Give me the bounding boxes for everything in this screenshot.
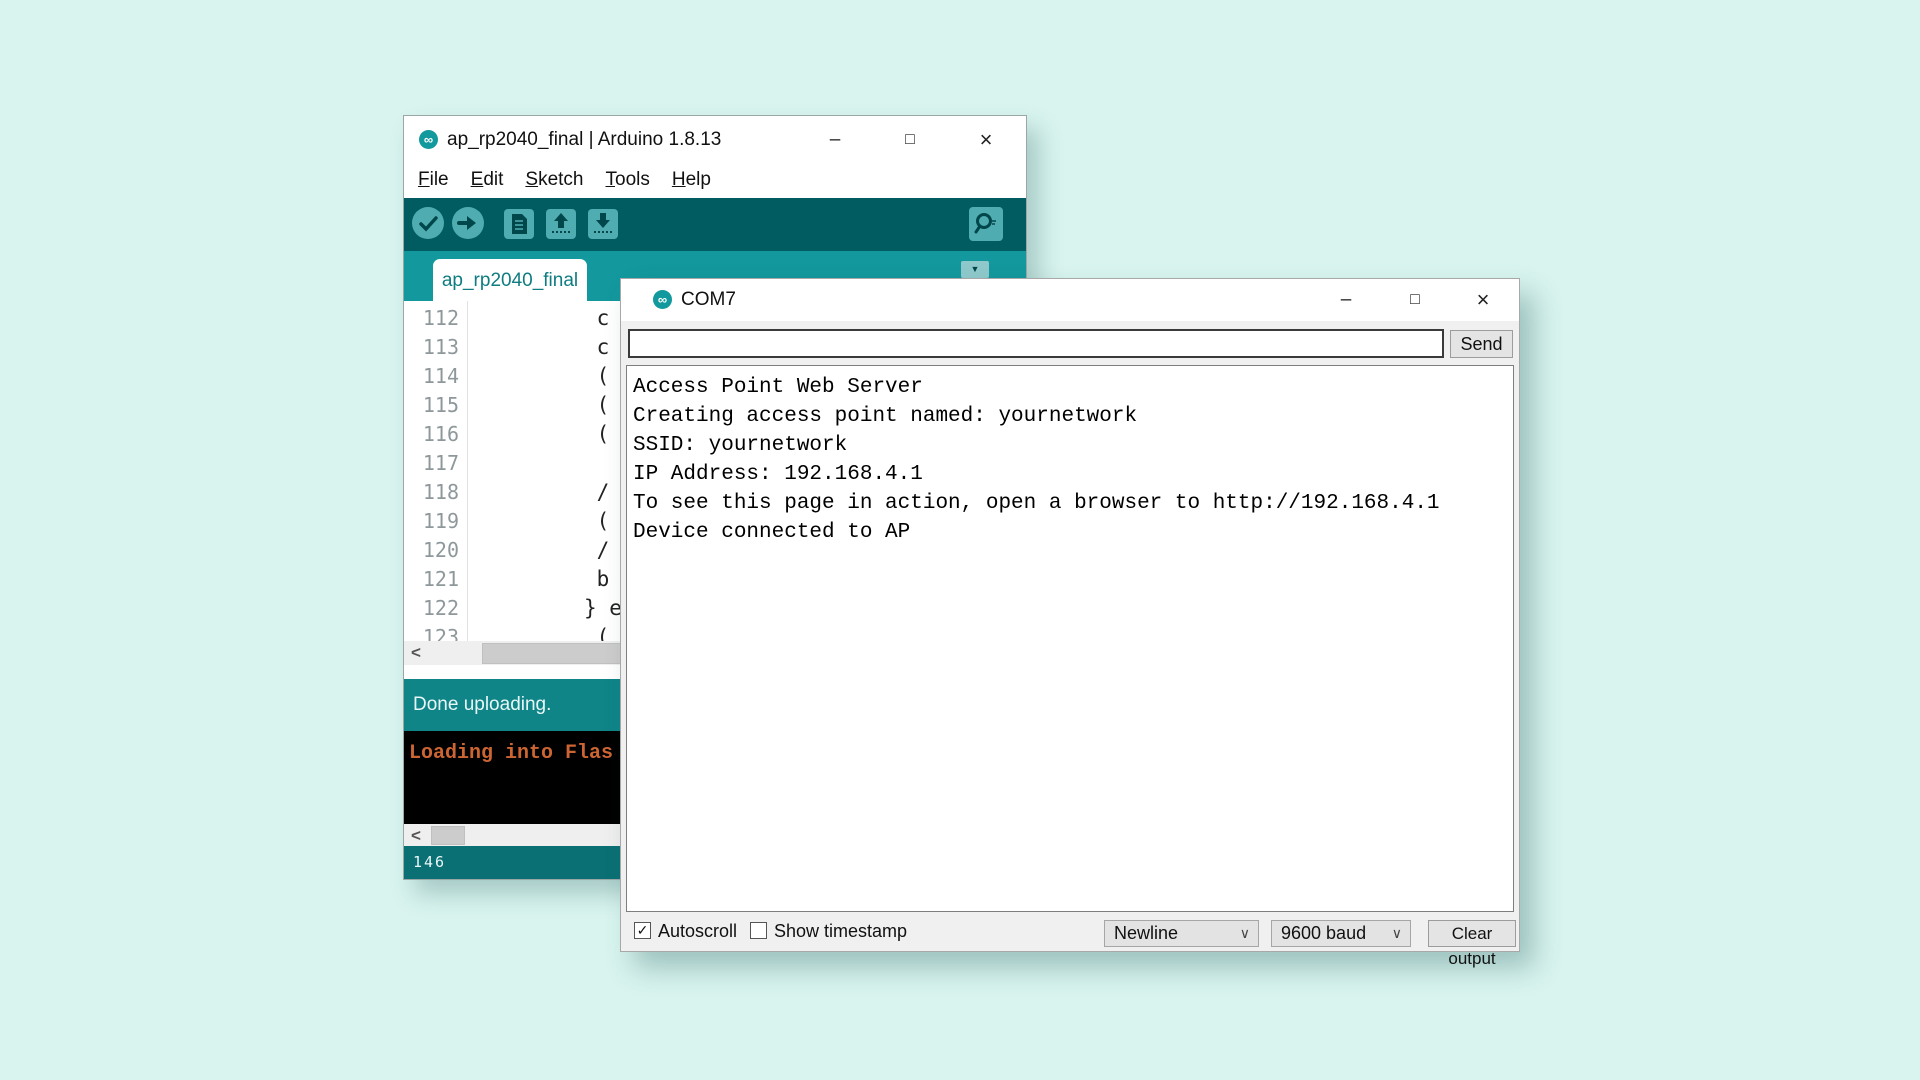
serial-output-line: Creating access point named: yournetwork (633, 405, 1138, 428)
arduino-logo-icon: ∞ (653, 290, 672, 309)
code-fragment: c (584, 306, 610, 330)
dropdown-arrow-icon: ▼ (970, 264, 980, 274)
line-ending-dropdown[interactable]: Newline ∨ (1104, 920, 1259, 947)
code-fragment: ( (584, 509, 610, 533)
autoscroll-checkbox[interactable]: ✓ (634, 922, 651, 939)
menu-help[interactable]: Help (661, 164, 722, 198)
show-timestamp-label[interactable]: Show timestamp (774, 920, 907, 942)
line-number: 122 (422, 596, 459, 620)
line-number: 120 (422, 538, 459, 562)
maximize-button[interactable]: □ (896, 124, 924, 156)
serial-output-line: SSID: yournetwork (633, 434, 848, 457)
chevron-down-icon: ∨ (1239, 925, 1250, 941)
line-number: 118 (422, 480, 459, 504)
code-fragment: / (584, 538, 610, 562)
baud-rate-value: 9600 baud (1281, 923, 1367, 943)
serial-output-area[interactable]: Access Point Web Server Creating access … (626, 365, 1514, 912)
close-button[interactable]: × (1469, 284, 1497, 316)
show-timestamp-checkbox[interactable] (750, 922, 767, 939)
new-sketch-button[interactable] (504, 209, 534, 239)
code-fragment: c (584, 335, 610, 359)
code-fragment: ( (584, 393, 610, 417)
line-number: 119 (422, 509, 459, 533)
tab-list-button[interactable]: ▼ (961, 261, 989, 278)
baud-rate-dropdown[interactable]: 9600 baud ∨ (1271, 920, 1411, 947)
serial-output-line: Device connected to AP (633, 521, 911, 544)
serial-output-line: IP Address: 192.168.4.1 (633, 463, 923, 486)
upload-button[interactable] (452, 207, 484, 239)
desktop: ∞ ap_rp2040_final | Arduino 1.8.13 – □ ×… (0, 0, 1920, 1080)
code-fragment: / (584, 480, 610, 504)
serial-title-bar[interactable]: ∞ COM7 – □ × (621, 279, 1519, 321)
save-sketch-button[interactable] (588, 209, 618, 239)
code-fragment: b (584, 567, 610, 591)
code-fragment: ( (584, 364, 610, 388)
code-fragment: ( (584, 625, 610, 641)
verify-button[interactable] (412, 207, 444, 239)
line-number: 115 (422, 393, 459, 417)
serial-output-line: To see this page in action, open a brows… (633, 492, 1440, 515)
maximize-button[interactable]: □ (1401, 284, 1429, 316)
serial-send-row: Send (621, 321, 1519, 365)
check-icon: ✓ (636, 922, 649, 938)
line-number: 113 (422, 335, 459, 359)
serial-monitor-window: ∞ COM7 – □ × Send Access Point Web Serve… (620, 278, 1520, 968)
line-number: 116 (422, 422, 459, 446)
serial-output-line: Access Point Web Server (633, 376, 923, 399)
scrollbar-thumb[interactable] (431, 826, 465, 845)
console-message: Loading into Flas (409, 742, 614, 765)
ide-menu-bar: File Edit Sketch Tools Help (404, 164, 1026, 198)
scroll-left-arrow-icon[interactable]: < (404, 824, 428, 846)
line-number: 121 (422, 567, 459, 591)
chevron-down-icon: ∨ (1391, 925, 1402, 941)
ide-title-bar[interactable]: ∞ ap_rp2040_final | Arduino 1.8.13 – □ × (404, 116, 1026, 164)
menu-tools[interactable]: Tools (595, 164, 661, 198)
menu-file[interactable]: File (407, 164, 460, 198)
menu-sketch[interactable]: Sketch (514, 164, 594, 198)
code-fragment: ( (584, 422, 610, 446)
line-number: 117 (422, 451, 459, 475)
line-number: 114 (422, 364, 459, 388)
line-ending-value: Newline (1114, 923, 1179, 943)
open-sketch-button[interactable] (546, 209, 576, 239)
menu-edit[interactable]: Edit (460, 164, 515, 198)
arduino-logo-icon: ∞ (419, 130, 438, 149)
close-button[interactable]: × (972, 124, 1000, 156)
ide-window-title: ap_rp2040_final | Arduino 1.8.13 (447, 129, 722, 150)
minimize-button[interactable]: – (1332, 284, 1360, 316)
clear-output-button[interactable]: Clear output (1428, 920, 1516, 968)
tab-ap-rp2040-final[interactable]: ap_rp2040_final (433, 259, 587, 301)
serial-monitor-button[interactable] (969, 207, 1003, 241)
autoscroll-label[interactable]: Autoscroll (658, 920, 737, 942)
serial-window-title: COM7 (681, 289, 736, 310)
serial-footer-bar: ✓ Autoscroll Show timestamp Newline ∨ 96… (621, 912, 1519, 968)
line-number: 112 (422, 306, 459, 330)
serial-input-field[interactable] (628, 329, 1444, 358)
minimize-button[interactable]: – (821, 124, 849, 156)
line-number: 123 (422, 625, 459, 641)
code-fragment: } e (584, 596, 622, 620)
ide-toolbar (404, 198, 1026, 251)
send-button[interactable]: Send (1450, 330, 1513, 358)
scroll-left-arrow-icon[interactable]: < (404, 641, 428, 665)
